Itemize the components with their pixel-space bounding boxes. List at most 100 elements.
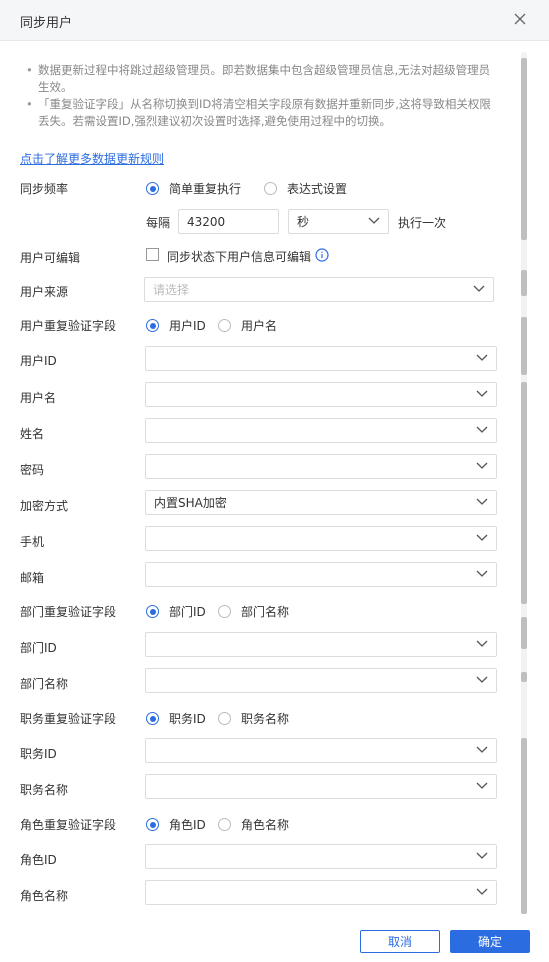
role-dup-label: 角色重复验证字段 [20,818,117,832]
role-name-label: 角色名称 [20,889,69,903]
radio-expression[interactable]: 表达式设置 [264,180,347,197]
radio-label: 职务名称 [241,712,290,726]
radio-circle [218,605,231,618]
radio-circle [146,182,159,195]
radio-label: 部门ID [169,605,206,619]
radio-dept-name[interactable]: 部门名称 [218,603,289,620]
radio-circle [146,818,159,831]
chevron-down-icon [476,462,488,469]
user-editable-label: 用户可编辑 [20,251,81,265]
scrollbar-thumb[interactable] [521,617,527,649]
radio-user-id[interactable]: 用户ID [146,317,206,334]
name-select[interactable] [145,418,497,443]
cancel-button[interactable]: 取消 [360,930,440,953]
user-source-label: 用户来源 [20,285,69,299]
radio-label: 角色名称 [241,818,290,832]
interval-input[interactable]: 43200 [178,209,279,234]
chevron-down-icon [476,640,488,647]
notice-text-1a: 数据更新过程中将跳过超级管理员。即若数据集中包含超级管理员信息,无法对超级管理员 [38,63,491,77]
name-label: 姓名 [20,427,45,441]
radio-job-id[interactable]: 职务ID [146,710,206,727]
close-icon[interactable] [513,12,527,26]
password-label: 密码 [20,463,45,477]
radio-username[interactable]: 用户名 [218,317,277,334]
job-name-label: 职务名称 [20,783,69,797]
chevron-down-icon [368,217,380,224]
chevron-down-icon [476,852,488,859]
notice-box: • 数据更新过程中将跳过超级管理员。即若数据集中包含超级管理员信息,无法对超级管… [26,62,516,130]
radio-circle [218,712,231,725]
radio-role-name[interactable]: 角色名称 [218,816,289,833]
role-id-select[interactable] [145,844,497,869]
dialog-title: 同步用户 [20,16,73,31]
job-id-select[interactable] [145,738,497,763]
user-id-label: 用户ID [20,354,57,368]
chevron-down-icon [476,570,488,577]
interval-value: 43200 [187,214,226,229]
scrollbar-thumb[interactable] [521,270,527,296]
dept-name-select[interactable] [145,668,497,693]
radio-label: 用户ID [169,319,206,333]
confirm-button[interactable]: 确定 [450,930,530,953]
radio-label: 职务ID [169,712,206,726]
radio-job-name[interactable]: 职务名称 [218,710,289,727]
radio-simple-repeat[interactable]: 简单重复执行 [146,180,241,197]
dept-id-label: 部门ID [20,641,57,655]
email-select[interactable] [145,562,497,587]
phone-label: 手机 [20,535,45,549]
role-id-label: 角色ID [20,853,57,867]
chevron-down-icon [476,676,488,683]
radio-circle [146,319,159,332]
scrollbar-thumb[interactable] [521,738,527,914]
radio-circle [218,319,231,332]
user-id-select[interactable] [145,346,497,371]
sync-frequency-label: 同步频率 [20,182,69,196]
dept-id-select[interactable] [145,632,497,657]
rules-link[interactable]: 点击了解更多数据更新规则 [20,150,164,167]
username-label: 用户名 [20,391,57,405]
radio-label: 简单重复执行 [169,182,242,196]
encryption-label: 加密方式 [20,499,69,513]
scrollbar-thumb[interactable] [521,382,527,604]
scrollbar-thumb[interactable] [521,317,527,375]
unit-value: 秒 [297,215,310,229]
role-name-select[interactable] [145,880,497,905]
bullet-icon: • [26,63,33,77]
user-source-placeholder: 请选择 [153,283,190,297]
job-name-select[interactable] [145,774,497,799]
notice-item: • 数据更新过程中将跳过超级管理员。即若数据集中包含超级管理员信息,无法对超级管… [26,62,516,96]
dept-dup-label: 部门重复验证字段 [20,605,117,619]
job-dup-label: 职务重复验证字段 [20,712,117,726]
editable-checkbox[interactable] [146,248,159,261]
chevron-down-icon [476,534,488,541]
user-source-select[interactable]: 请选择 [144,277,494,302]
info-icon[interactable] [315,248,329,262]
chevron-down-icon [476,354,488,361]
phone-select[interactable] [145,526,497,551]
radio-circle [218,818,231,831]
radio-dept-id[interactable]: 部门ID [146,603,206,620]
notice-text-2a: 「重复验证字段」从名称切换到ID将清空相关字段原有数据并重新同步,这将导致相关权… [38,97,491,111]
scrollbar-thumb[interactable] [521,672,527,682]
username-select[interactable] [145,382,497,407]
chevron-down-icon [476,426,488,433]
chevron-down-icon [476,888,488,895]
radio-circle [264,182,277,195]
radio-label: 用户名 [241,319,278,333]
bullet-icon: • [26,97,33,111]
radio-circle [146,605,159,618]
unit-select[interactable]: 秒 [288,209,389,234]
encryption-select[interactable]: 内置SHA加密 [145,490,497,515]
notice-text-1b: 生效。 [38,80,73,94]
dept-name-label: 部门名称 [20,677,69,691]
scrollbar-thumb[interactable] [521,58,527,240]
editable-checkbox-label: 同步状态下用户信息可编辑 [167,250,312,264]
password-select[interactable] [145,454,497,479]
job-id-label: 职务ID [20,747,57,761]
chevron-down-icon [473,285,485,292]
radio-label: 角色ID [169,818,206,832]
run-once-label: 执行一次 [398,216,447,230]
radio-circle [146,712,159,725]
email-label: 邮箱 [20,571,45,585]
radio-role-id[interactable]: 角色ID [146,816,206,833]
